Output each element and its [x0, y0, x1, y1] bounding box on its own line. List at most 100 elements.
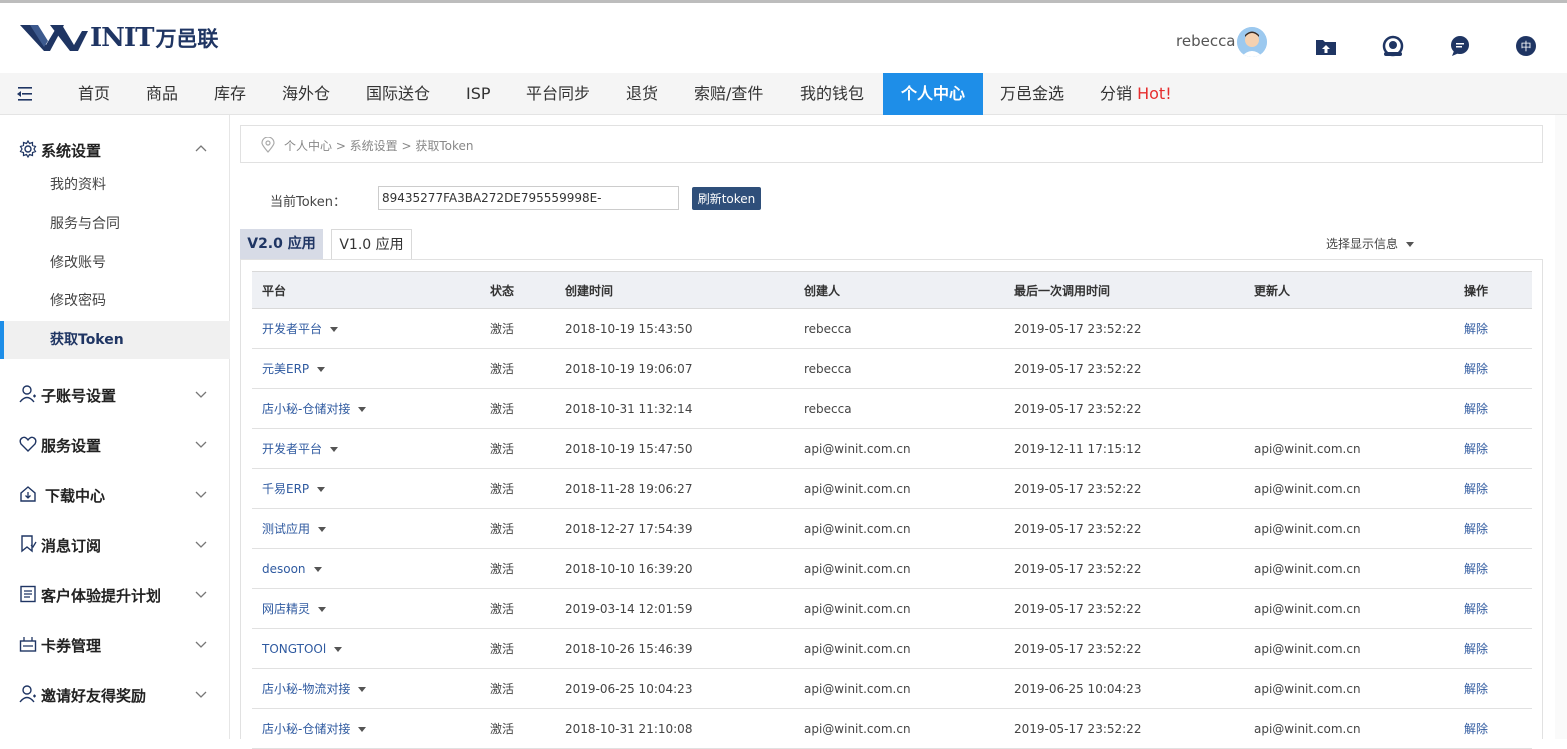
sidebar-group-coupon-management[interactable]: 卡券管理	[0, 615, 230, 665]
cell-status: 激活	[480, 548, 555, 589]
nav-claims[interactable]: 索赔/查件	[694, 73, 763, 115]
tab-v2-apps[interactable]: V2.0 应用	[240, 229, 323, 259]
menu-toggle-icon[interactable]	[15, 85, 35, 103]
nav-wallet[interactable]: 我的钱包	[800, 73, 864, 115]
cell-last-call-time: 2019-05-17 23:52:22	[1004, 628, 1244, 669]
nav-products[interactable]: 商品	[146, 73, 178, 115]
unbind-link[interactable]: 解除	[1454, 388, 1532, 429]
chevron-down-icon	[195, 391, 207, 398]
sidebar-item-my-profile[interactable]: 我的资料	[0, 166, 230, 204]
sidebar-group-service-settings[interactable]: 服务设置	[0, 415, 230, 465]
sidebar-item-services-contracts[interactable]: 服务与合同	[0, 205, 230, 243]
cell-platform[interactable]: 千易ERP	[252, 468, 480, 509]
headset-icon[interactable]	[1382, 35, 1404, 57]
sidebar-group-invite-friends[interactable]: 邀请好友得奖励	[0, 665, 230, 715]
nav-winit-select[interactable]: 万邑金选	[1000, 73, 1064, 115]
user-icon	[19, 385, 36, 403]
cell-platform[interactable]: TONGTOOl	[252, 628, 480, 669]
cell-created-time: 2018-10-19 15:47:50	[555, 428, 794, 469]
vertical-scrollbar[interactable]	[1555, 115, 1567, 739]
caret-down-icon[interactable]	[358, 727, 367, 732]
nav-inventory[interactable]: 库存	[214, 73, 246, 115]
sidebar-item-get-token[interactable]: 获取Token	[0, 321, 230, 359]
nav-home[interactable]: 首页	[78, 73, 110, 115]
unbind-link[interactable]: 解除	[1454, 468, 1532, 509]
username[interactable]: rebecca	[1176, 32, 1236, 50]
unbind-link[interactable]: 解除	[1454, 348, 1532, 389]
sidebar-group-label: 子账号设置	[41, 387, 117, 405]
unbind-link[interactable]: 解除	[1454, 508, 1532, 549]
unbind-link[interactable]: 解除	[1454, 628, 1532, 669]
cell-platform[interactable]: 开发者平台	[252, 308, 480, 349]
caret-down-icon[interactable]	[317, 487, 326, 492]
caret-down-icon[interactable]	[330, 447, 339, 452]
caret-down-icon[interactable]	[317, 367, 326, 372]
chevron-down-icon	[195, 541, 207, 548]
sidebar-item-change-password[interactable]: 修改密码	[0, 282, 230, 320]
sidebar-group-sub-accounts[interactable]: 子账号设置	[0, 365, 230, 415]
header: INIT 万邑联 rebecca 中	[0, 3, 1567, 73]
winit-logo[interactable]: INIT 万邑联	[20, 21, 218, 55]
nav-distribution-label: 分销	[1100, 84, 1133, 103]
table-row: 元美ERP 激活 2018-10-19 19:06:07 rebecca 2019-05…	[252, 348, 1532, 389]
sidebar-group-message-subscription[interactable]: 消息订阅	[0, 515, 230, 565]
cell-creator: api@winit.com.cn	[794, 548, 1004, 589]
unbind-link[interactable]: 解除	[1454, 708, 1532, 749]
cell-platform[interactable]: 开发者平台	[252, 428, 480, 469]
select-display-info-dropdown[interactable]: 选择显示信息	[1326, 235, 1414, 252]
unbind-link[interactable]: 解除	[1454, 588, 1532, 629]
cell-platform[interactable]: 店小秘-仓储对接	[252, 708, 480, 749]
cell-status: 激活	[480, 308, 555, 349]
unbind-link[interactable]: 解除	[1454, 308, 1532, 349]
sidebar-group-customer-experience[interactable]: 客户体验提升计划	[0, 565, 230, 615]
caret-down-icon[interactable]	[318, 607, 327, 612]
cell-created-time: 2019-06-25 10:04:23	[555, 668, 794, 709]
nav-overseas-warehouse[interactable]: 海外仓	[282, 73, 330, 115]
unbind-link[interactable]: 解除	[1454, 428, 1532, 469]
cell-platform[interactable]: 店小秘-仓储对接	[252, 388, 480, 429]
cell-platform[interactable]: 网店精灵	[252, 588, 480, 629]
table-row: 网店精灵 激活 2019-03-14 12:01:59 api@winit.com.c…	[252, 588, 1532, 629]
cell-last-call-time: 2019-05-17 23:52:22	[1004, 468, 1244, 509]
caret-down-icon[interactable]	[358, 687, 367, 692]
upload-icon[interactable]	[1315, 35, 1337, 57]
sidebar-item-change-account[interactable]: 修改账号	[0, 244, 230, 282]
caret-down-icon[interactable]	[358, 407, 367, 412]
unbind-link[interactable]: 解除	[1454, 548, 1532, 589]
nav-platform-sync[interactable]: 平台同步	[526, 73, 590, 115]
nav-isp[interactable]: ISP	[466, 73, 491, 115]
cell-updater: api@winit.com.cn	[1244, 588, 1454, 629]
cell-platform[interactable]: 元美ERP	[252, 348, 480, 389]
nav-returns[interactable]: 退货	[626, 73, 658, 115]
table-header-row: 平台 状态 创建时间 创建人 最后一次调用时间 更新人 操作	[252, 271, 1532, 309]
table-row: 店小秘-物流对接 激活 2019-06-25 10:04:23 api@winit.c…	[252, 668, 1532, 709]
cell-last-call-time: 2019-05-17 23:52:22	[1004, 588, 1244, 629]
nav-personal-center[interactable]: 个人中心	[883, 73, 983, 115]
cell-last-call-time: 2019-05-17 23:52:22	[1004, 348, 1244, 389]
refresh-token-button[interactable]: 刷新token	[692, 187, 761, 210]
avatar[interactable]	[1237, 27, 1267, 57]
cell-platform[interactable]: desoon	[252, 548, 480, 589]
table-row: TONGTOOl 激活 2018-10-26 15:46:39 api@winit.c…	[252, 628, 1532, 669]
caret-down-icon[interactable]	[313, 566, 322, 572]
language-icon[interactable]: 中	[1515, 35, 1537, 57]
caret-down-icon[interactable]	[330, 327, 339, 332]
tab-v1-apps[interactable]: V1.0 应用	[331, 229, 412, 259]
sidebar-group-system-settings[interactable]: 系统设置	[0, 120, 230, 170]
cell-created-time: 2018-10-31 11:32:14	[555, 388, 794, 429]
sidebar-group-download-center[interactable]: 下载中心	[0, 465, 230, 515]
nav-international-delivery[interactable]: 国际送仓	[366, 73, 430, 115]
cell-platform[interactable]: 店小秘-物流对接	[252, 668, 480, 709]
chat-icon[interactable]	[1449, 35, 1471, 57]
token-input[interactable]	[378, 186, 679, 210]
caret-down-icon[interactable]	[334, 646, 343, 652]
language-text: 中	[1521, 40, 1532, 53]
column-header-created-time: 创建时间	[555, 271, 794, 309]
logo-text: INIT	[90, 23, 154, 53]
column-header-actions: 操作	[1454, 271, 1532, 309]
nav-distribution[interactable]: 分销 Hot!	[1100, 73, 1172, 115]
cell-platform[interactable]: 测试应用	[252, 508, 480, 549]
caret-down-icon[interactable]	[318, 527, 327, 532]
chevron-up-icon	[195, 145, 207, 152]
unbind-link[interactable]: 解除	[1454, 668, 1532, 709]
